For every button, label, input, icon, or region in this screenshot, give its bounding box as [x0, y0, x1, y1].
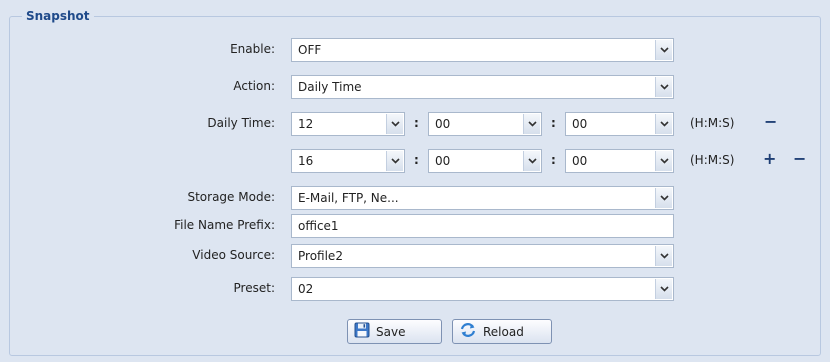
file-name-prefix-label: File Name Prefix:: [174, 218, 275, 232]
preset-select[interactable]: 02: [291, 277, 674, 301]
chevron-down-icon[interactable]: [655, 77, 672, 97]
time-separator: :: [551, 153, 556, 167]
enable-label: Enable:: [230, 42, 275, 56]
preset-label: Preset:: [233, 281, 275, 295]
preset-value: 02: [298, 282, 314, 296]
refresh-icon: [459, 322, 477, 341]
video-source-row: Video Source: Profile2: [0, 244, 830, 268]
video-source-value: Profile2: [298, 249, 343, 263]
enable-value: OFF: [298, 43, 322, 57]
save-label: Save: [376, 324, 406, 339]
reload-button[interactable]: Reload: [452, 319, 552, 344]
storage-mode-select[interactable]: E-Mail, FTP, Ne...: [291, 186, 674, 210]
enable-row: Enable: OFF: [0, 38, 830, 62]
chevron-down-icon[interactable]: [523, 151, 540, 171]
hour-value-2: 16: [298, 154, 314, 168]
section-title: Snapshot: [22, 9, 94, 23]
chevron-down-icon[interactable]: [655, 188, 672, 208]
hour-value-1: 12: [298, 117, 314, 131]
chevron-down-icon[interactable]: [386, 114, 403, 134]
chevron-down-icon[interactable]: [655, 246, 672, 266]
daily-time-row-2: 16 : 00 : 00 (H:M:S) + −: [0, 149, 830, 173]
second-select-2[interactable]: 00: [565, 149, 674, 173]
hour-select-1[interactable]: 12: [291, 112, 405, 136]
add-time-button[interactable]: +: [763, 149, 776, 168]
second-select-1[interactable]: 00: [565, 112, 674, 136]
chevron-down-icon[interactable]: [655, 40, 672, 60]
action-select[interactable]: Daily Time: [291, 75, 674, 99]
chevron-down-icon[interactable]: [655, 114, 672, 134]
file-name-prefix-value: office1: [298, 219, 339, 233]
storage-mode-label: Storage Mode:: [187, 190, 275, 204]
hms-unit-2: (H:M:S): [690, 153, 735, 167]
storage-mode-row: Storage Mode: E-Mail, FTP, Ne...: [0, 186, 830, 210]
action-label: Action:: [233, 79, 275, 93]
action-row: Action: Daily Time: [0, 75, 830, 99]
remove-time-button[interactable]: −: [793, 149, 806, 168]
chevron-down-icon[interactable]: [523, 114, 540, 134]
remove-time-button[interactable]: −: [764, 112, 777, 131]
second-value-1: 00: [572, 117, 588, 131]
minute-select-2[interactable]: 00: [428, 149, 542, 173]
storage-mode-value: E-Mail, FTP, Ne...: [298, 191, 399, 205]
time-separator: :: [414, 153, 419, 167]
file-name-prefix-row: File Name Prefix: office1: [0, 214, 830, 238]
video-source-select[interactable]: Profile2: [291, 244, 674, 268]
video-source-label: Video Source:: [192, 248, 275, 262]
hour-select-2[interactable]: 16: [291, 149, 405, 173]
second-value-2: 00: [572, 154, 588, 168]
file-name-prefix-input[interactable]: office1: [291, 214, 674, 238]
time-separator: :: [551, 116, 556, 130]
chevron-down-icon[interactable]: [655, 151, 672, 171]
minute-value-2: 00: [435, 154, 451, 168]
enable-select[interactable]: OFF: [291, 38, 674, 62]
save-button[interactable]: Save: [347, 319, 442, 344]
chevron-down-icon[interactable]: [655, 279, 672, 299]
floppy-disk-icon: [354, 322, 370, 341]
daily-time-row-1: Daily Time: 12 : 00 : 00 (H:M:S) −: [0, 112, 830, 136]
time-separator: :: [414, 116, 419, 130]
daily-time-label: Daily Time:: [207, 116, 275, 130]
chevron-down-icon[interactable]: [386, 151, 403, 171]
minute-select-1[interactable]: 00: [428, 112, 542, 136]
hms-unit-1: (H:M:S): [690, 116, 735, 130]
preset-row: Preset: 02: [0, 277, 830, 301]
minute-value-1: 00: [435, 117, 451, 131]
reload-label: Reload: [483, 324, 524, 339]
action-value: Daily Time: [298, 80, 362, 94]
